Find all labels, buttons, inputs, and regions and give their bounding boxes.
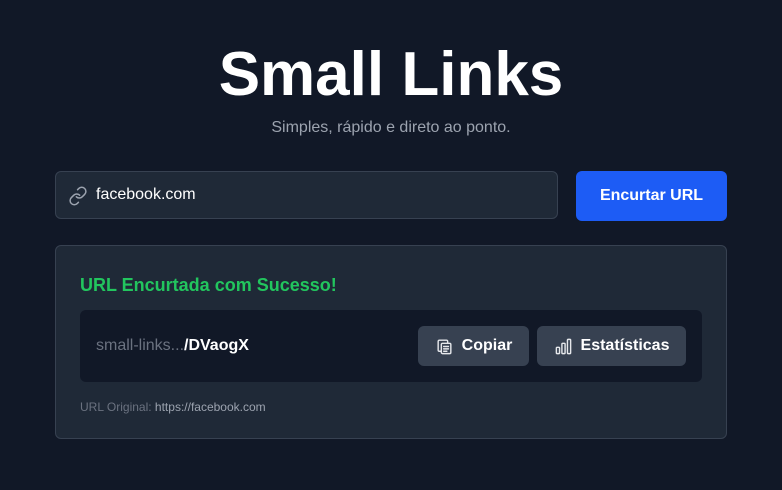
bar-chart-icon [555,338,571,354]
short-url-row: small-links.../DVaogX Copiar Estatística… [80,310,702,382]
page-subtitle: Simples, rápido e direto ao ponto. [271,119,511,136]
shorten-url-button[interactable]: Encurtar URL [576,171,727,221]
page-title: Small Links [218,40,564,109]
clipboard-icon [437,338,452,354]
original-url: https://facebook.com [154,400,266,414]
statistics-button-label: Estatísticas [580,337,670,354]
copy-button-label: Copiar [461,337,513,354]
statistics-button[interactable]: Estatísticas [537,326,686,366]
url-input[interactable] [96,172,546,218]
success-heading: URL Encurtada com Sucesso! [80,275,337,295]
link-icon [68,186,88,206]
original-url-line: URL Original: https://facebook.com [80,400,266,414]
copy-button[interactable]: Copiar [418,326,529,366]
short-url-domain: small-links... [96,337,185,354]
result-card: URL Encurtada com Sucesso! small-links..… [55,245,727,439]
short-url[interactable]: small-links.../DVaogX [96,336,249,356]
url-input-container[interactable] [55,171,558,219]
short-url-code: /DVaogX [184,337,249,354]
original-url-label: URL Original: [80,400,152,414]
